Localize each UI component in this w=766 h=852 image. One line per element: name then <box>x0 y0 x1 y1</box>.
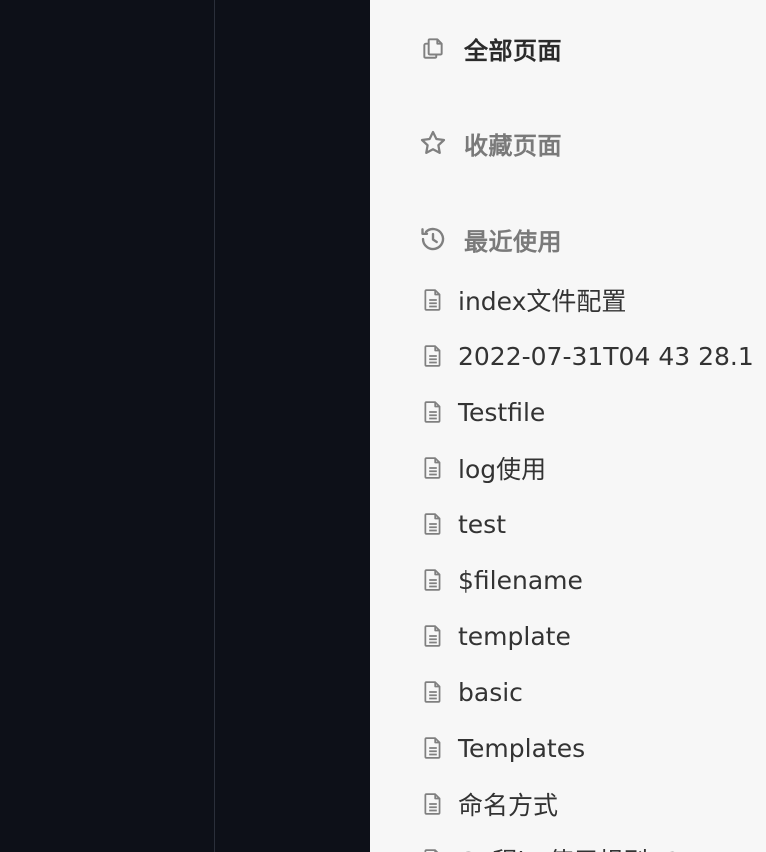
nav-all-pages-label: 全部页面 <box>464 36 562 65</box>
recent-item-label: template <box>458 621 571 651</box>
recent-item-timestamp-page[interactable]: 2022-07-31T04 43 28.1 <box>420 328 766 384</box>
recent-item-label: test <box>458 509 507 539</box>
recent-item-testfile[interactable]: Testfile <box>420 384 766 440</box>
nav-recent[interactable]: 最近使用 <box>418 223 562 256</box>
page-navigation-panel: 全部页面 收藏页面 最近使用 index文件配置 2022-07-31T04 4… <box>370 0 766 852</box>
recent-item-naming[interactable]: 命名方式 <box>420 776 766 832</box>
history-icon <box>418 224 448 254</box>
nav-all-pages[interactable]: 全部页面 <box>418 32 562 65</box>
document-icon <box>420 343 446 369</box>
recent-pages-list: index文件配置 2022-07-31T04 43 28.1 Testfile… <box>420 272 766 852</box>
recent-item-template[interactable]: template <box>420 608 766 664</box>
document-icon <box>420 511 446 537</box>
recent-item-label: basic <box>458 677 523 707</box>
recent-item-label: $filename <box>458 565 583 595</box>
nav-favorites-label: 收藏页面 <box>464 131 562 160</box>
nav-recent-label: 最近使用 <box>464 227 562 256</box>
recent-item-label: Templates <box>458 733 586 763</box>
recent-item-test[interactable]: test <box>420 496 766 552</box>
recent-item-label: index文件配置 <box>458 287 627 316</box>
document-icon <box>420 399 446 425</box>
recent-item-index[interactable]: index文件配置 <box>420 272 766 328</box>
recent-item-label: Testfile <box>458 397 546 427</box>
recent-item-label: 2022-07-31T04 43 28.1 <box>458 341 754 371</box>
recent-item-filename[interactable]: $filename <box>420 552 766 608</box>
document-icon <box>420 679 446 705</box>
app-window: 全部页面 收藏页面 最近使用 index文件配置 2022-07-31T04 4… <box>0 0 766 852</box>
pane-divider[interactable] <box>214 0 215 852</box>
recent-item-log[interactable]: log使用 <box>420 440 766 496</box>
recent-item-label: GP程in 使用规则V2 <box>458 842 681 852</box>
nav-favorites[interactable]: 收藏页面 <box>418 127 562 160</box>
document-icon <box>420 567 446 593</box>
document-icon <box>420 735 446 761</box>
document-icon <box>420 287 446 313</box>
document-icon <box>420 455 446 481</box>
editor-background-pane <box>0 0 370 852</box>
document-icon <box>420 847 446 852</box>
recent-item-basic[interactable]: basic <box>420 664 766 720</box>
recent-item-rules[interactable]: GP程in 使用规则V2 <box>420 832 766 852</box>
document-icon <box>420 791 446 817</box>
star-icon <box>418 128 448 158</box>
recent-item-templates[interactable]: Templates <box>420 720 766 776</box>
recent-item-label: 命名方式 <box>458 791 559 820</box>
recent-item-label: log使用 <box>458 455 547 484</box>
document-icon <box>420 623 446 649</box>
copy-icon <box>418 33 448 63</box>
